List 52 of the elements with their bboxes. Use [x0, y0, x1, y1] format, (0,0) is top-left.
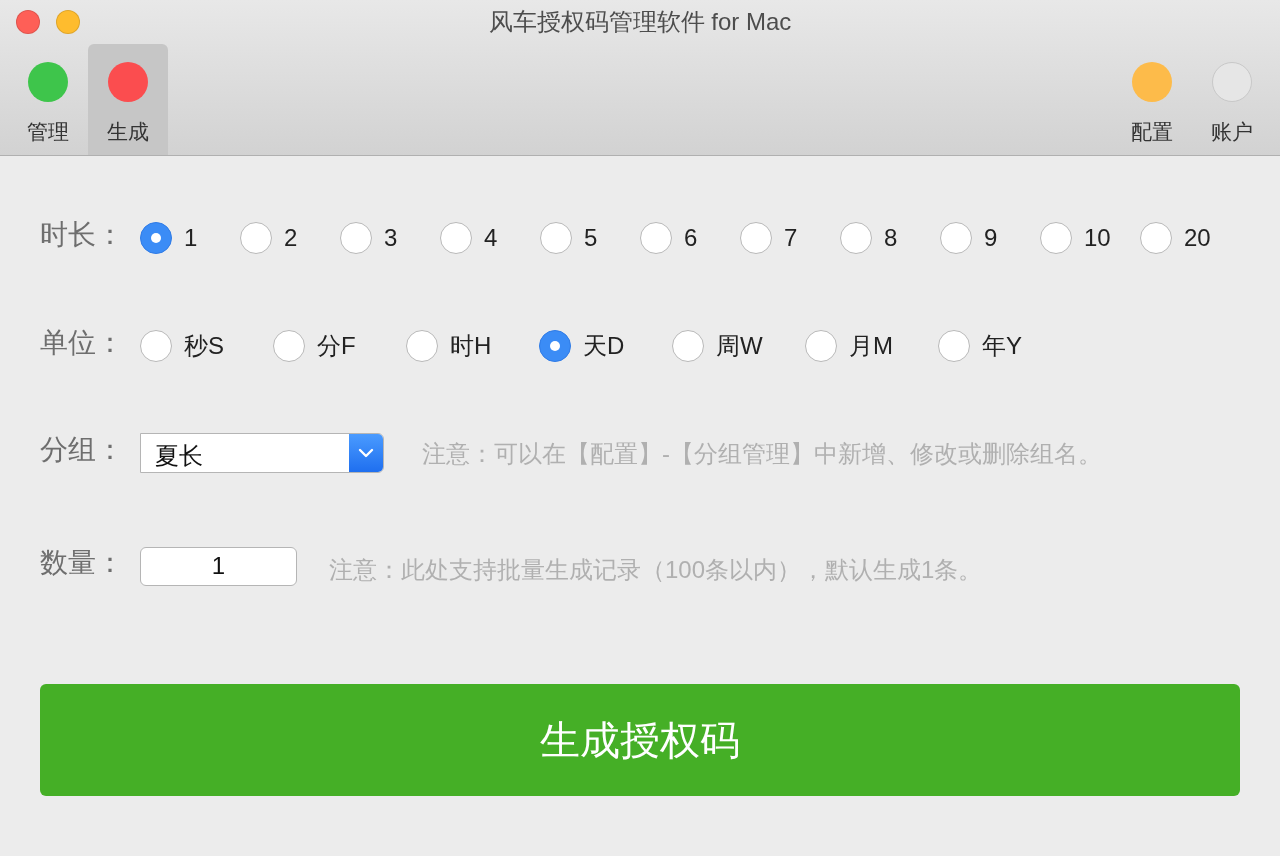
- radio-button[interactable]: [340, 222, 372, 254]
- option-label: 5: [584, 224, 598, 252]
- radio-button[interactable]: [406, 330, 438, 362]
- chevron-down-icon: [358, 448, 374, 458]
- radio-button[interactable]: [938, 330, 970, 362]
- option-label: 8: [884, 224, 898, 252]
- radio-button[interactable]: [940, 222, 972, 254]
- field-label: 单位：: [40, 326, 125, 360]
- option-label: 时H: [450, 331, 492, 361]
- group-dropdown[interactable]: 夏长: [140, 433, 384, 473]
- option-label: 年Y: [982, 331, 1022, 361]
- option-label: 周W: [716, 331, 763, 361]
- option-label: 6: [684, 224, 698, 252]
- toolbar-button[interactable]: 账户: [1192, 44, 1272, 155]
- option-label: 9: [984, 224, 998, 252]
- option-label: 秒S: [184, 331, 224, 361]
- toolbar-button[interactable]: 生成: [88, 44, 168, 155]
- radio-button[interactable]: [840, 222, 872, 254]
- option-label: 1: [184, 224, 198, 252]
- radio-button[interactable]: [672, 330, 704, 362]
- radio-button[interactable]: [740, 222, 772, 254]
- option-label: 月M: [849, 331, 893, 361]
- option-label: 20: [1184, 224, 1211, 252]
- field-label: 时长：: [40, 218, 125, 252]
- option-label: 10: [1084, 224, 1111, 252]
- toolbar-button[interactable]: 管理: [8, 44, 88, 155]
- option-label: 天D: [583, 331, 625, 361]
- radio-button[interactable]: [805, 330, 837, 362]
- radio-button[interactable]: [1040, 222, 1072, 254]
- radio-button[interactable]: [440, 222, 472, 254]
- radio-button[interactable]: [140, 222, 172, 254]
- close-button[interactable]: [16, 10, 40, 34]
- field-label: 分组：: [40, 433, 125, 467]
- field-label: 数量：: [40, 546, 125, 580]
- radio-button[interactable]: [140, 330, 172, 362]
- radio-button[interactable]: [273, 330, 305, 362]
- window-title: 风车授权码管理软件 for Mac: [488, 7, 792, 37]
- count-field[interactable]: 1: [140, 546, 297, 586]
- option-label: 4: [484, 224, 498, 252]
- radio-button[interactable]: [640, 222, 672, 254]
- option-label: 2: [284, 224, 298, 252]
- hint-text: 注意：此处支持批量生成记录（100条以内），默认生成1条。: [329, 555, 983, 585]
- hint-text: 注意：可以在【配置】-【分组管理】中新增、修改或删除组名。: [422, 439, 1102, 469]
- minimize-button[interactable]: [56, 10, 80, 34]
- radio-button[interactable]: [240, 222, 272, 254]
- option-label: 7: [784, 224, 798, 252]
- option-label: 3: [384, 224, 398, 252]
- radio-button[interactable]: [540, 222, 572, 254]
- radio-button[interactable]: [1140, 222, 1172, 254]
- option-label: 分F: [317, 331, 356, 361]
- toolbar-button[interactable]: 配置: [1112, 44, 1192, 155]
- radio-button[interactable]: [539, 330, 571, 362]
